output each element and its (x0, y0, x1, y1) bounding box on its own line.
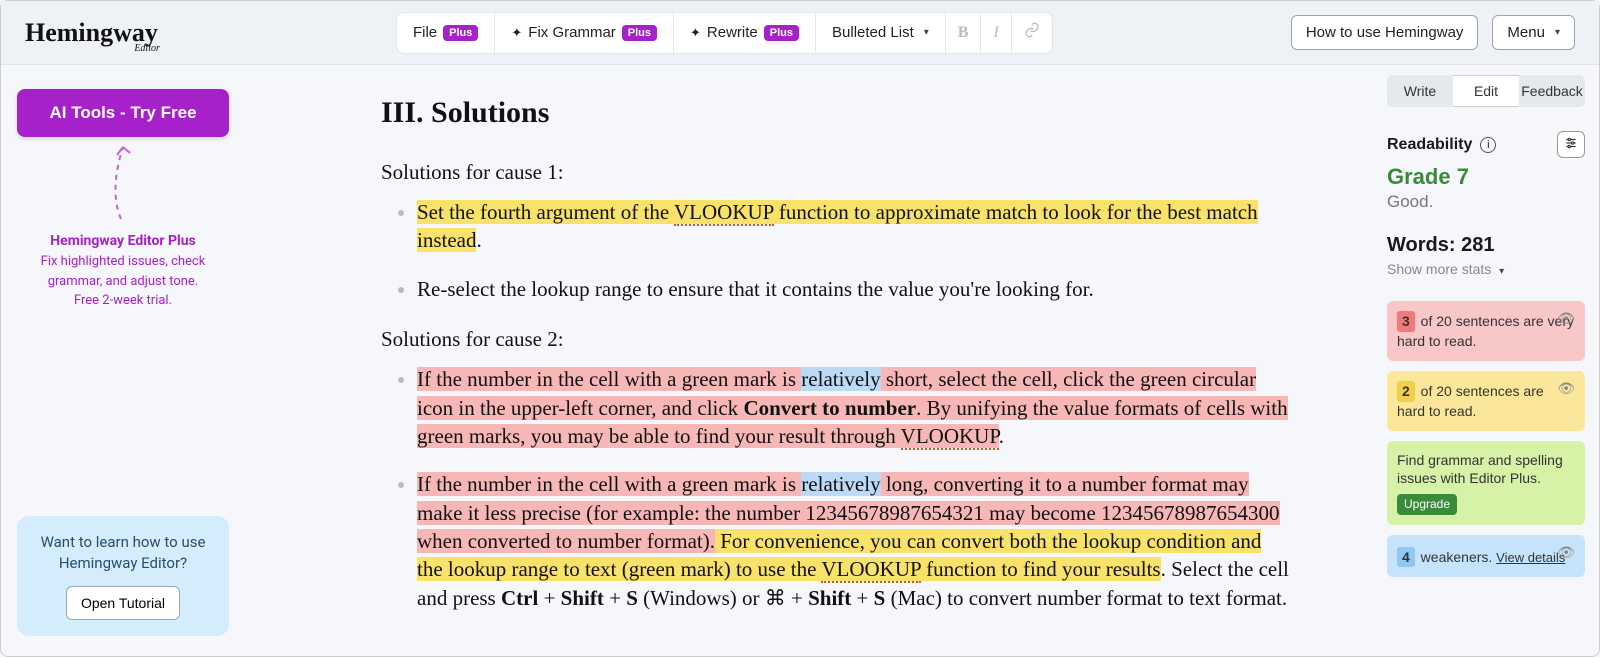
vlookup-term: VLOOKUP (674, 200, 774, 226)
rewrite-label: Rewrite (707, 24, 758, 41)
ai-tools-button[interactable]: AI Tools - Try Free (17, 89, 229, 137)
logo: Hemingway Editor (25, 18, 158, 48)
sliders-icon (1564, 136, 1578, 150)
very-hard-text: of 20 sentences are very hard to read. (1397, 313, 1574, 349)
chevron-down-icon: ▾ (924, 27, 929, 38)
readability-label: Readability (1387, 136, 1472, 154)
solution-list-1: Set the fourth argument of the VLOOKUP f… (381, 198, 1289, 303)
eye-icon[interactable]: 👁 (1557, 309, 1575, 328)
eye-icon[interactable]: 👁 (1557, 543, 1575, 562)
tab-write[interactable]: Write (1387, 75, 1453, 107)
mode-tabs: Write Edit Feedback (1387, 75, 1585, 107)
weakeners-card[interactable]: 👁 4 weakeners. View details (1387, 535, 1585, 578)
weakener: relatively (801, 367, 880, 391)
view-details-link[interactable]: View details (1496, 549, 1565, 567)
chevron-down-icon: ▾ (1555, 27, 1560, 38)
grammar-text: Find grammar and spelling issues with Ed… (1397, 451, 1575, 489)
readability-grade: Grade 7 (1387, 164, 1585, 190)
weakener: relatively (801, 472, 880, 496)
promo-title: Hemingway Editor Plus (23, 231, 223, 252)
menu-button[interactable]: Menu ▾ (1492, 15, 1575, 50)
menu-label: Menu (1507, 24, 1545, 41)
tutorial-box: Want to learn how to use Hemingway Edito… (17, 516, 229, 636)
bulleted-list-menu[interactable]: Bulleted List ▾ (816, 13, 946, 53)
plus-badge: Plus (764, 25, 799, 41)
how-to-label: How to use Hemingway (1306, 24, 1464, 41)
hard-card[interactable]: 👁 2 of 20 sentences are hard to read. (1387, 371, 1585, 431)
editor-area[interactable]: III. Solutions Solutions for cause 1: Se… (241, 65, 1379, 656)
fix-grammar-label: Fix Grammar (528, 24, 616, 41)
hard-count: 2 (1397, 381, 1415, 402)
ai-tools-label: AI Tools - Try Free (49, 103, 196, 122)
list-item: Re-select the lookup range to ensure tha… (417, 275, 1289, 303)
readability-settings-button[interactable] (1557, 131, 1585, 158)
open-tutorial-button[interactable]: Open Tutorial (66, 586, 180, 620)
vlookup-term: VLOOKUP (901, 424, 999, 450)
main-area: AI Tools - Try Free Hemingway Editor Plu… (1, 65, 1599, 656)
readability-row: Readability i (1387, 131, 1585, 158)
right-sidebar: Write Edit Feedback Readability i Grade … (1379, 65, 1599, 656)
weakeners-count: 4 (1397, 547, 1415, 568)
tutorial-btn-label: Open Tutorial (81, 595, 165, 611)
fix-grammar-button[interactable]: ✦ Fix Grammar Plus (495, 13, 674, 53)
right-button-group: How to use Hemingway Menu ▾ (1291, 15, 1575, 50)
weakeners-text: weakeners. (1417, 549, 1492, 565)
list-item: Set the fourth argument of the VLOOKUP f… (417, 198, 1289, 255)
top-toolbar: Hemingway Editor File Plus ✦ Fix Grammar… (1, 1, 1599, 65)
upgrade-badge[interactable]: Upgrade (1397, 494, 1457, 514)
tutorial-text: Want to learn how to use Hemingway Edito… (31, 532, 215, 574)
readability-desc: Good. (1387, 192, 1585, 212)
lead-2: Solutions for cause 2: (381, 325, 1289, 353)
chevron-down-icon: ▾ (1499, 266, 1504, 277)
solution-list-2: If the number in the cell with a green m… (381, 365, 1289, 612)
logo-sub: Editor (134, 43, 160, 54)
promo-line-1: Fix highlighted issues, check grammar, a… (23, 252, 223, 291)
eye-icon[interactable]: 👁 (1557, 379, 1575, 398)
list-item: If the number in the cell with a green m… (417, 365, 1289, 450)
how-to-use-button[interactable]: How to use Hemingway (1291, 15, 1479, 50)
file-menu[interactable]: File Plus (397, 13, 495, 53)
vlookup-term: VLOOKUP (821, 557, 921, 583)
hard-sentence: Set the fourth argument of the VLOOKUP f… (417, 200, 1258, 252)
very-hard-card[interactable]: 👁 3 of 20 sentences are very hard to rea… (1387, 301, 1585, 361)
left-sidebar: AI Tools - Try Free Hemingway Editor Plu… (1, 65, 241, 656)
info-icon[interactable]: i (1480, 137, 1496, 153)
list-item: If the number in the cell with a green m… (417, 470, 1289, 612)
promo-arrow-icon (93, 141, 153, 231)
promo-block: Hemingway Editor Plus Fix highlighted is… (17, 231, 229, 311)
lead-1: Solutions for cause 1: (381, 158, 1289, 186)
very-hard-count: 3 (1397, 311, 1415, 332)
grammar-card[interactable]: Find grammar and spelling issues with Ed… (1387, 441, 1585, 525)
heading: III. Solutions (381, 93, 1289, 134)
very-hard-sentence: If the number in the cell with a green m… (417, 367, 1288, 448)
word-count: Words: 281 (1387, 234, 1585, 257)
link-icon (1024, 22, 1040, 38)
promo-line-2: Free 2-week trial. (23, 291, 223, 311)
sparkle-icon: ✦ (511, 25, 522, 41)
italic-button[interactable]: I (981, 13, 1011, 53)
tab-feedback[interactable]: Feedback (1519, 75, 1585, 107)
bold-button[interactable]: B (946, 13, 982, 53)
plus-badge: Plus (622, 25, 657, 41)
main-toolbar: File Plus ✦ Fix Grammar Plus ✦ Rewrite P… (396, 12, 1053, 54)
sparkle-icon: ✦ (690, 25, 701, 41)
rewrite-button[interactable]: ✦ Rewrite Plus (674, 13, 816, 53)
bulleted-list-label: Bulleted List (832, 24, 914, 41)
show-more-stats[interactable]: Show more stats ▾ (1387, 261, 1504, 277)
hard-text: of 20 sentences are hard to read. (1397, 383, 1544, 419)
tab-edit[interactable]: Edit (1453, 75, 1519, 107)
file-label: File (413, 24, 437, 41)
plus-badge: Plus (443, 25, 478, 41)
link-button[interactable] (1012, 13, 1052, 53)
